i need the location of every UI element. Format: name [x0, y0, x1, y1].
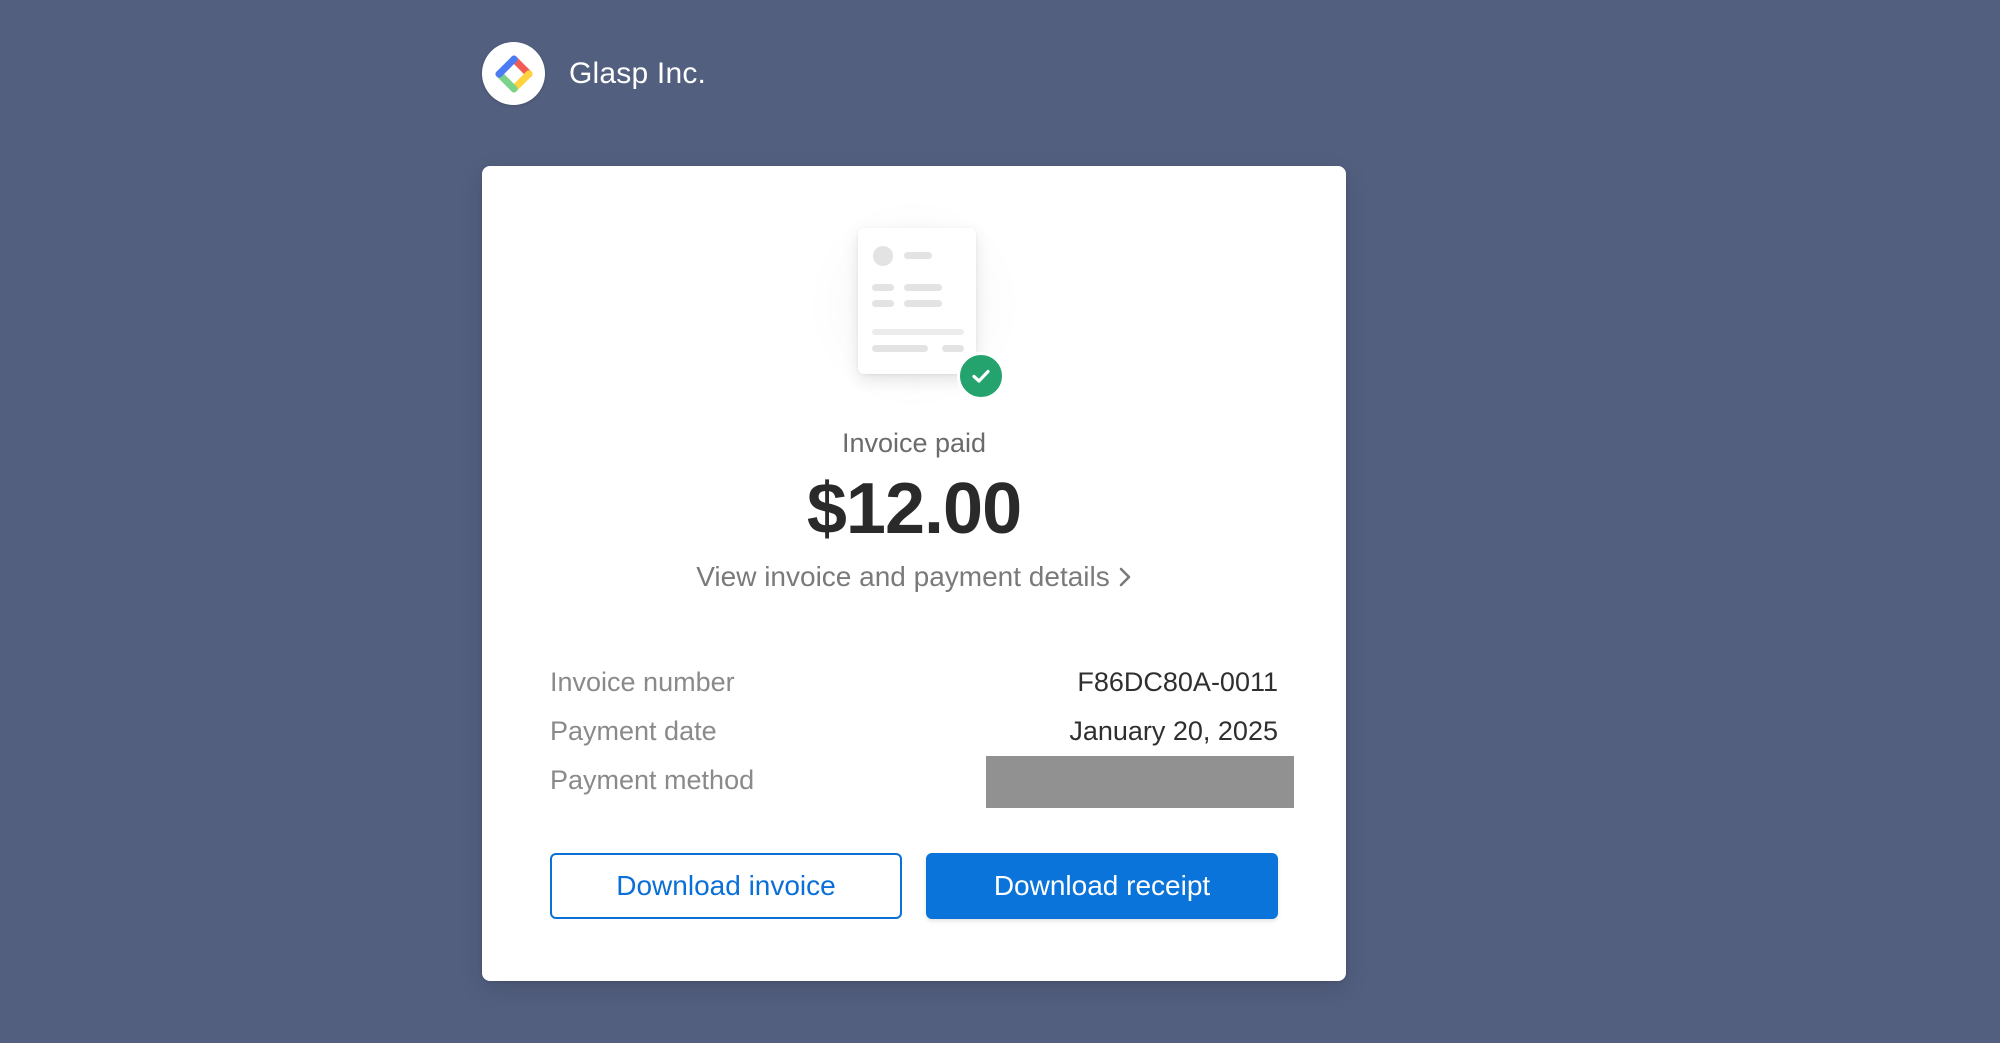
- payment-date-label: Payment date: [550, 715, 717, 746]
- invoice-amount: $12.00: [806, 469, 1022, 549]
- invoice-card: Invoice paid $12.00 View invoice and pay…: [482, 166, 1346, 981]
- company-name: Glasp Inc.: [569, 56, 707, 90]
- download-invoice-button[interactable]: Download invoice: [550, 853, 902, 919]
- invoice-number-label: Invoice number: [550, 666, 735, 697]
- download-receipt-button[interactable]: Download receipt: [926, 853, 1278, 919]
- check-circle-icon: [957, 352, 1005, 400]
- redacted-payment-method: [986, 756, 1294, 808]
- view-details-label: View invoice and payment details: [696, 561, 1110, 592]
- document-icon: [858, 228, 976, 374]
- payment-date-value: January 20, 2025: [1069, 715, 1278, 746]
- brand-header: Glasp Inc.: [482, 42, 706, 105]
- invoice-status: Invoice paid: [841, 428, 987, 458]
- payment-method-label: Payment method: [550, 764, 755, 795]
- view-details-link[interactable]: View invoice and payment details: [482, 561, 1346, 595]
- invoice-illustration: [786, 196, 1042, 436]
- glasp-logo-icon: [482, 42, 545, 105]
- invoice-number-row: Invoice number F86DC80A-0011: [550, 662, 1278, 702]
- chevron-right-icon: [1118, 563, 1132, 595]
- invoice-number-value: F86DC80A-0011: [1077, 666, 1278, 697]
- payment-date-row: Payment date January 20, 2025: [550, 711, 1278, 751]
